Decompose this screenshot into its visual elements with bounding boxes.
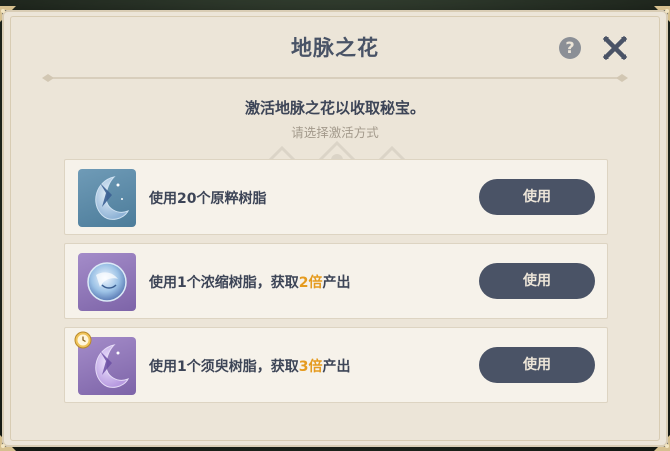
corner-ornament-icon	[654, 6, 670, 24]
option-text: 使用1个浓缩树脂，获取	[149, 275, 299, 291]
help-button[interactable]: ?	[559, 37, 581, 59]
activation-description: 激活地脉之花以收取秘宝。	[244, 99, 425, 117]
corner-ornament-icon	[654, 433, 670, 451]
transient-resin-icon	[74, 331, 136, 395]
option-text-suffix: 产出	[322, 359, 351, 375]
option-transient-resin: 使用1个须臾树脂，获取3倍产出 使用	[64, 327, 608, 403]
use-button[interactable]: 使用	[479, 347, 595, 383]
option-description: 使用1个须臾树脂，获取3倍产出	[149, 356, 351, 376]
close-button[interactable]	[602, 35, 628, 61]
option-text-suffix: 产出	[322, 275, 351, 291]
time-limited-clock-icon	[74, 331, 92, 349]
option-description: 使用20个原粹树脂	[149, 188, 266, 208]
option-text: 使用20个原粹树脂	[149, 191, 267, 207]
title-divider	[42, 71, 628, 85]
original-resin-icon	[78, 169, 136, 227]
option-condensed-resin: 使用1个浓缩树脂，获取2倍产出 使用	[64, 243, 608, 319]
condensed-resin-icon	[78, 253, 136, 311]
ley-line-dialog: 地脉之花 ? 激活地脉之花以收取秘宝。 请选择激活方式 使用20个原粹树脂 使用…	[0, 6, 670, 451]
multiplier-highlight: 3倍	[298, 359, 323, 375]
corner-ornament-icon	[0, 433, 16, 451]
multiplier-highlight: 2倍	[298, 275, 323, 291]
corner-ornament-icon	[0, 6, 16, 24]
option-description: 使用1个浓缩树脂，获取2倍产出	[149, 272, 351, 292]
use-button[interactable]: 使用	[479, 179, 595, 215]
option-text: 使用1个须臾树脂，获取	[149, 359, 299, 375]
use-button[interactable]: 使用	[479, 263, 595, 299]
option-original-resin: 使用20个原粹树脂 使用	[64, 159, 608, 235]
close-icon	[602, 35, 628, 61]
